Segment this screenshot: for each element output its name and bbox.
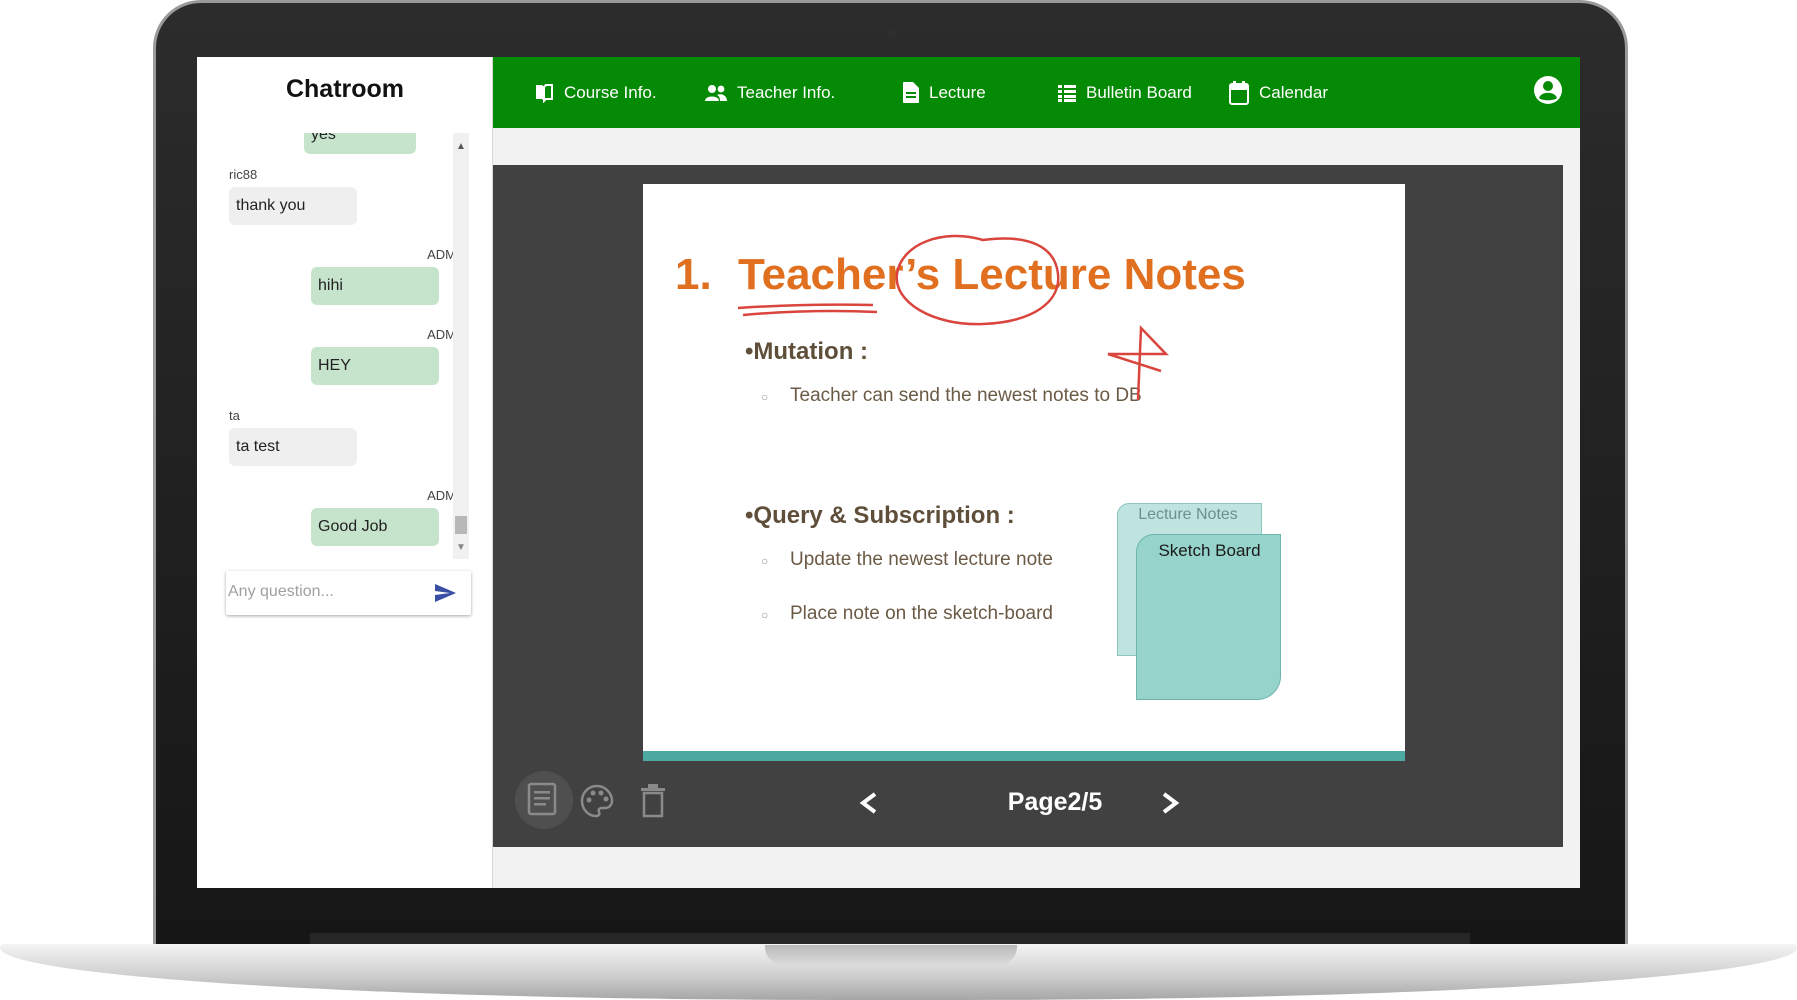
chat-message-list[interactable]: yes ric88 thank you ADMIN hihi ADMIN HEY… — [226, 133, 469, 559]
document-icon — [903, 82, 919, 103]
chat-message-sender: ta — [229, 408, 240, 423]
chat-panel: Chatroom yes ric88 thank you ADMIN hihi … — [197, 57, 493, 888]
chat-message-bubble: ta test — [229, 428, 357, 466]
slide-item-number: 1. — [675, 250, 712, 299]
trash-icon — [641, 784, 665, 818]
bullet-marker: ○ — [761, 390, 769, 404]
slide-bullet: Update the newest lecture note — [790, 549, 1054, 570]
top-nav-bar: Course Info. Teacher Info. Lecture Bulle… — [493, 57, 1580, 128]
slide-viewer: 1. Teacher’s Lecture Notes •Mutation : ○… — [493, 165, 1563, 847]
slide-title: Teacher’s Lecture Notes — [738, 250, 1246, 299]
laptop-notch — [765, 945, 1017, 965]
chat-message-bubble: thank you — [229, 187, 357, 225]
chat-question-input[interactable] — [228, 577, 424, 607]
bullet-marker: ○ — [761, 554, 769, 568]
send-icon[interactable] — [433, 581, 457, 605]
notes-tool-button[interactable] — [515, 771, 573, 829]
account-icon[interactable] — [1532, 74, 1564, 106]
list-icon — [1058, 84, 1076, 102]
diagram-label: Lecture Notes — [1138, 506, 1238, 523]
delete-tool-button[interactable] — [633, 782, 673, 822]
slide-bullet: Place note on the sketch-board — [790, 603, 1054, 624]
chat-message-bubble: hihi — [311, 267, 439, 305]
bullet-marker: ○ — [761, 608, 769, 622]
page-indicator: Page2/5 — [1007, 788, 1103, 816]
laptop-mockup: Chatroom yes ric88 thank you ADMIN hihi … — [0, 0, 1797, 1000]
previous-page-button[interactable] — [859, 791, 879, 815]
nav-item-label: Calendar — [1259, 82, 1328, 102]
underline-stroke — [742, 309, 878, 317]
chat-message-sender: ric88 — [229, 167, 258, 182]
app-screen: Chatroom yes ric88 thank you ADMIN hihi … — [197, 57, 1580, 888]
nav-item-course-info[interactable]: Course Info. — [534, 57, 657, 128]
chat-message-bubble: HEY — [311, 347, 439, 385]
webcam — [887, 29, 897, 39]
scroll-down-icon[interactable]: ▼ — [456, 542, 466, 553]
next-page-button[interactable] — [1160, 791, 1180, 815]
nav-item-bulletin-board[interactable]: Bulletin Board — [1058, 57, 1192, 128]
slide-accent-bar — [643, 751, 1405, 761]
chat-title: Chatroom — [285, 75, 405, 103]
nav-item-label: Course Info. — [564, 82, 657, 102]
chat-message-bubble: Good Job — [311, 508, 439, 546]
lecture-slide[interactable]: 1. Teacher’s Lecture Notes •Mutation : ○… — [643, 184, 1405, 761]
nav-item-label: Bulletin Board — [1086, 82, 1192, 102]
laptop-hinge — [310, 933, 1470, 944]
scroll-thumb[interactable] — [455, 516, 467, 534]
nav-item-lecture[interactable]: Lecture — [903, 57, 986, 128]
underline-stroke — [737, 303, 874, 310]
slide-section-heading: •Query & Subscription : — [745, 502, 1015, 529]
palette-tool-button[interactable] — [577, 782, 617, 822]
nav-item-teacher-info[interactable]: Teacher Info. — [705, 57, 835, 128]
calendar-icon — [1229, 80, 1249, 105]
slide-section-heading: •Mutation : — [745, 338, 869, 365]
notes-icon — [527, 782, 557, 816]
nav-item-label: Teacher Info. — [737, 82, 836, 102]
scroll-up-icon[interactable]: ▲ — [456, 141, 466, 152]
book-icon — [536, 83, 553, 103]
slide-bullet: Teacher can send the newest notes to DB — [790, 385, 1142, 406]
diagram-label: Sketch Board — [1158, 541, 1261, 560]
people-icon — [705, 84, 727, 101]
sketch-board-card: Sketch Board — [1136, 534, 1281, 700]
chat-scrollbar[interactable]: ▲ ▼ — [453, 133, 469, 559]
chat-input-box — [226, 571, 471, 615]
palette-icon — [580, 784, 614, 818]
nav-item-label: Lecture — [929, 82, 986, 102]
nav-item-calendar[interactable]: Calendar — [1229, 57, 1328, 128]
chat-message-bubble: yes — [304, 133, 416, 154]
